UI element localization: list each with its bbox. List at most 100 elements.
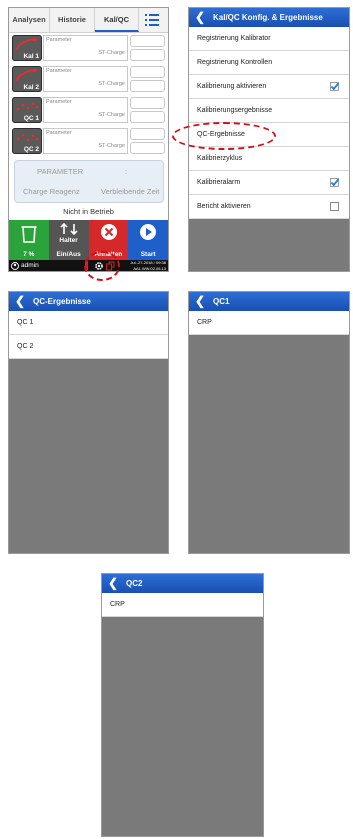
menu-item-label: Registrierung Kalibrator [197,35,271,42]
checkbox-checked[interactable] [330,178,339,187]
calibration-curve-icon [15,68,38,82]
list-item-crp[interactable]: CRP [189,311,349,335]
list-item-label: CRP [197,319,212,326]
kal2-button[interactable]: Kal 2 [12,66,42,92]
menu-item-registrierung-kalibrator[interactable]: Registrierung Kalibrator [189,27,349,51]
page-title: QC2 [126,579,143,588]
cal-row-kal1: Kal 1 Parameter ST-Charge [12,35,165,61]
holder-toggle-button[interactable]: Halter Ein/Aus [48,220,89,260]
username: admin [21,262,39,269]
holder-label: Halter [59,237,78,244]
list-item-qc2[interactable]: QC 2 [9,335,168,359]
menu-item-label: Kalibrierzyklus [197,155,243,162]
chevron-left-icon[interactable]: ❮ [108,574,118,592]
header: ❮ QC2 [102,574,263,593]
list-item-crp[interactable]: CRP [102,593,263,617]
cal-row-qc1: QC 1 Parameter ST-Charge [12,97,165,123]
list-icon[interactable] [145,14,159,26]
kal2-label: Kal 2 [23,84,39,91]
value-box [130,142,165,154]
tab-bar: Analysen Historie Kal/QC [9,8,168,33]
menu-item-registrierung-kontrollen[interactable]: Registrierung Kontrollen [189,51,349,75]
qc-scatter-icon [16,133,39,142]
holder-onoff-label: Ein/Aus [56,251,81,258]
param-label: Parameter [46,68,72,74]
list-item-qc1[interactable]: QC 1 [9,311,168,335]
qc1-screen: ❮ QC1 CRP [188,291,350,554]
menu-item-kalibrierungsergebnisse[interactable]: Kalibrierungsergebnisse [189,99,349,123]
charge-label: ST-Charge [98,81,125,87]
parameter-info-block: PARAMETER : Charge Reagenz Verbleibende … [14,160,164,203]
tab-historie[interactable]: Historie [50,8,95,32]
menu-item-kalibrierung-aktivieren[interactable]: Kalibrierung aktivieren [189,75,349,99]
list-item-label: QC 2 [17,343,34,350]
qc-scatter-icon [16,102,39,111]
qc2-button[interactable]: QC 2 [12,128,42,154]
datetime: Jul.-27-2018 / 09:38 [130,260,166,265]
kal-qc-screen: Analysen Historie Kal/QC Kal 1 Parameter… [8,7,169,272]
empty-area [189,219,349,271]
chevron-left-icon[interactable]: ❮ [195,292,205,310]
charge-reagent-label: Charge Reagenz [23,187,80,196]
play-icon [140,224,157,240]
param-box: Parameter ST-Charge [43,128,128,154]
charge-label: ST-Charge [98,143,125,149]
qc-results-screen: ❮ QC-Ergebnisse QC 1 QC 2 [8,291,169,554]
gear-highlight [84,251,120,281]
qc-ergebnisse-highlight [172,122,276,150]
parameter-colon: : [125,167,128,176]
empty-area [102,617,263,836]
menu-item-label: Registrierung Kontrollen [197,59,273,66]
software-version: AA1.WW.02.06.13 [133,266,166,271]
qc1-label: QC 1 [23,115,39,122]
action-button-row: 7 % Halter Ein/Aus Anhalten Start [9,220,168,260]
calibration-curve-icon [15,37,38,51]
value-box [130,97,165,109]
qc1-button[interactable]: QC 1 [12,97,42,123]
menu-item-label: Kalibrierungsergebnisse [197,107,273,114]
page: { "panel1": { "tabs": ["Analysen", "Hist… [0,0,353,839]
value-box [130,66,165,78]
waste-button[interactable]: 7 % [9,220,49,260]
value-box [130,80,165,92]
checkbox-checked[interactable] [330,82,339,91]
start-label: Start [140,251,156,258]
value-box [130,128,165,140]
charge-label: ST-Charge [98,112,125,118]
up-down-arrows-icon [60,223,78,235]
chevron-left-icon[interactable]: ❮ [15,292,25,310]
param-label: Parameter [46,99,72,105]
remaining-time-label: Verbleibende Zeit [101,187,160,196]
list-item-label: CRP [110,601,125,608]
parameter-heading: PARAMETER [37,167,84,176]
value-box [130,111,165,123]
empty-area [189,335,349,553]
kal1-button[interactable]: Kal 1 [12,35,42,61]
tab-kal-qc[interactable]: Kal/QC [95,8,139,32]
chevron-left-icon[interactable]: ❮ [195,8,205,26]
page-title: QC-Ergebnisse [33,297,91,306]
list-item-label: QC 1 [17,319,34,326]
menu-item-label: Bericht aktivieren [197,203,251,210]
header: ❮ QC1 [189,292,349,311]
param-box: Parameter ST-Charge [43,35,128,61]
qc2-screen: ❮ QC2 CRP [101,573,264,837]
value-box [130,49,165,61]
start-button[interactable]: Start [128,220,168,260]
param-label: Parameter [46,130,72,136]
user-icon[interactable] [11,262,19,270]
menu-item-kalibrieralarm[interactable]: Kalibrieralarm [189,171,349,195]
param-box: Parameter ST-Charge [43,97,128,123]
charge-label: ST-Charge [98,50,125,56]
menu-item-bericht-aktivieren[interactable]: Bericht aktivieren [189,195,349,219]
kal1-label: Kal 1 [23,53,39,60]
waste-level: 7 % [23,251,35,258]
page-title: QC1 [213,297,230,306]
header: ❮ Kal/QC Konfig. & Ergebnisse [189,8,349,27]
menu-item-kalibrierzyklus[interactable]: Kalibrierzyklus [189,147,349,171]
stop-x-icon [100,224,117,240]
operation-status: Nicht in Betrieb [63,207,114,216]
checkbox-unchecked[interactable] [330,202,339,211]
tab-analysen[interactable]: Analysen [9,8,50,32]
cal-row-kal2: Kal 2 Parameter ST-Charge [12,66,165,92]
